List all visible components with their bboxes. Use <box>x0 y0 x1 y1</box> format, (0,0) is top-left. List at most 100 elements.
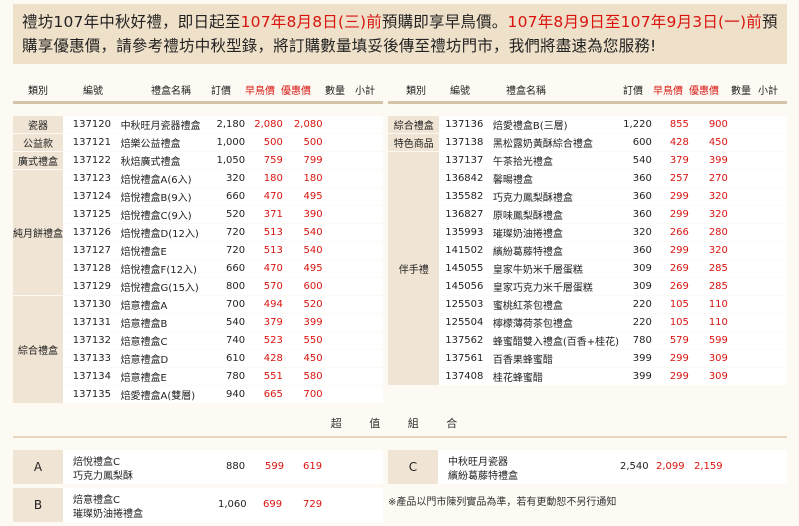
qty-cell[interactable] <box>322 386 383 403</box>
list-price-cell: 2,180 <box>212 116 246 133</box>
qty-cell[interactable] <box>727 134 787 151</box>
qty-cell[interactable] <box>727 368 787 385</box>
list-price-cell: 660 <box>212 188 246 205</box>
qty-cell[interactable] <box>322 242 383 259</box>
qty-cell[interactable] <box>322 206 383 223</box>
name-cell: 焙悅禮盒G(15入) <box>118 278 213 295</box>
combo-line-1: 焙悅禮盒C <box>73 457 120 468</box>
spacer-cell <box>63 152 71 169</box>
name-cell: 原味鳳梨酥禮盒 <box>490 206 620 223</box>
spacer-cell <box>63 242 71 259</box>
product-row: 136842 馨暘禮盒 360 257 270 <box>388 170 787 187</box>
category-cell: 特色商品 <box>388 134 440 151</box>
qty-cell[interactable] <box>727 116 787 133</box>
combo-promo-price: 619 <box>303 461 323 472</box>
early-price-cell: 105 <box>651 314 689 331</box>
combo-label: B <box>13 488 63 522</box>
promo-price-cell: 309 <box>688 350 728 367</box>
list-price-cell: 720 <box>212 242 246 259</box>
col-promo-price: 優惠價 <box>689 85 719 97</box>
qty-cell[interactable] <box>322 152 383 169</box>
early-price-cell: 759 <box>245 152 283 169</box>
list-price-cell: 610 <box>212 350 246 367</box>
name-cell: 蜜桃紅茶包禮盒 <box>490 296 620 313</box>
spacer-cell <box>63 170 71 187</box>
qty-cell[interactable] <box>322 260 383 277</box>
header-divider-right <box>388 101 787 104</box>
combo-line-2: 繽紛葛藤特禮盒 <box>448 471 518 482</box>
promo-price-cell: 540 <box>282 224 323 241</box>
qty-cell[interactable] <box>727 278 787 295</box>
name-cell: 皇家牛奶米千層蛋糕 <box>490 260 620 277</box>
code-cell: 137138 <box>443 134 491 151</box>
col-category: 類別 <box>28 85 48 97</box>
product-row: 135993 璀璨奶油捲禮盒 320 266 280 <box>388 224 787 241</box>
qty-cell[interactable] <box>727 350 787 367</box>
col-name: 禮盒名稱 <box>506 85 546 97</box>
qty-cell[interactable] <box>322 224 383 241</box>
qty-cell[interactable] <box>727 152 787 169</box>
left-table-header: 類別 編號 禮盒名稱 訂價 早鳥價 優惠價 數量 小計 <box>13 78 383 100</box>
name-cell: 檸檬薄荷茶包禮盒 <box>490 314 620 331</box>
qty-cell[interactable] <box>322 116 383 133</box>
qty-cell[interactable] <box>727 296 787 313</box>
qty-cell[interactable] <box>322 278 383 295</box>
promo-price-cell: 285 <box>688 278 728 295</box>
qty-cell[interactable] <box>727 224 787 241</box>
qty-cell[interactable] <box>727 332 787 349</box>
qty-cell[interactable] <box>322 368 383 385</box>
list-price-cell: 780 <box>619 332 652 349</box>
product-row: 伴手禮 137137 午茶拾光禮盒 540 379 399 <box>388 152 787 385</box>
qty-cell[interactable] <box>727 170 787 187</box>
early-price-cell: 579 <box>651 332 689 349</box>
col-qty: 數量 <box>731 85 751 97</box>
product-row: 特色商品 137138 黑松露奶黃酥綜合禮盒 600 428 450 <box>388 134 787 151</box>
qty-cell[interactable] <box>322 134 383 151</box>
product-row: 綜合禮盒 137136 焙愛禮盒B(三層) 1,220 855 900 <box>388 116 787 133</box>
early-price-cell: 570 <box>245 278 283 295</box>
qty-cell[interactable] <box>322 188 383 205</box>
product-row: 141502 繽紛葛藤特禮盒 360 299 320 <box>388 242 787 259</box>
name-cell: 焙悅禮盒D(12入) <box>118 224 213 241</box>
category-cell: 純月餅禮盒 <box>13 170 63 295</box>
promo-price-cell: 399 <box>282 314 323 331</box>
promo-price-cell: 110 <box>688 296 728 313</box>
list-price-cell: 399 <box>619 368 652 385</box>
banner-date-promo: 107年8月9日至107年9月3日(一)前 <box>507 13 762 31</box>
code-cell: 136827 <box>443 206 491 223</box>
qty-cell[interactable] <box>727 188 787 205</box>
spacer-cell <box>63 386 71 403</box>
code-cell: 137133 <box>70 350 119 367</box>
banner-text-2: 預購即享早鳥價。 <box>381 13 508 31</box>
header-divider-left <box>13 101 383 104</box>
qty-cell[interactable] <box>322 170 383 187</box>
promo-price-cell: 450 <box>282 350 323 367</box>
qty-cell[interactable] <box>727 206 787 223</box>
list-price-cell: 360 <box>619 188 652 205</box>
list-price-cell: 320 <box>619 224 652 241</box>
promo-price-cell: 309 <box>688 368 728 385</box>
name-cell: 秋焙廣式禮盒 <box>118 152 213 169</box>
combo-section-title: 超 值 組 合 <box>13 415 787 435</box>
name-cell: 焙悅禮盒B(9入) <box>118 188 213 205</box>
promo-price-cell: 285 <box>688 260 728 277</box>
qty-cell[interactable] <box>322 332 383 349</box>
promo-price-cell: 599 <box>688 332 728 349</box>
col-code: 編號 <box>83 85 103 97</box>
product-row: 137127 焙悅禮盒E 720 513 540 <box>13 242 383 259</box>
right-table-header: 類別 編號 禮盒名稱 訂價 早鳥價 優惠價 數量 小計 <box>388 78 787 100</box>
code-cell: 145055 <box>443 260 491 277</box>
qty-cell[interactable] <box>322 350 383 367</box>
code-cell: 137135 <box>70 386 119 403</box>
col-early-price: 早鳥價 <box>653 85 683 97</box>
qty-cell[interactable] <box>727 242 787 259</box>
product-row: 公益款 137121 焙樂公益禮盒 1,000 500 500 <box>13 134 383 151</box>
qty-cell[interactable] <box>322 296 383 313</box>
name-cell: 繽紛葛藤特禮盒 <box>490 242 620 259</box>
promo-price-cell: 390 <box>282 206 323 223</box>
qty-cell[interactable] <box>322 314 383 331</box>
qty-cell[interactable] <box>727 314 787 331</box>
product-row: 瓷器 137120 中秋旺月瓷器禮盒 2,180 2,080 2,080 <box>13 116 383 133</box>
qty-cell[interactable] <box>727 260 787 277</box>
product-row: 137561 百香果蜂蜜醋 399 299 309 <box>388 350 787 367</box>
